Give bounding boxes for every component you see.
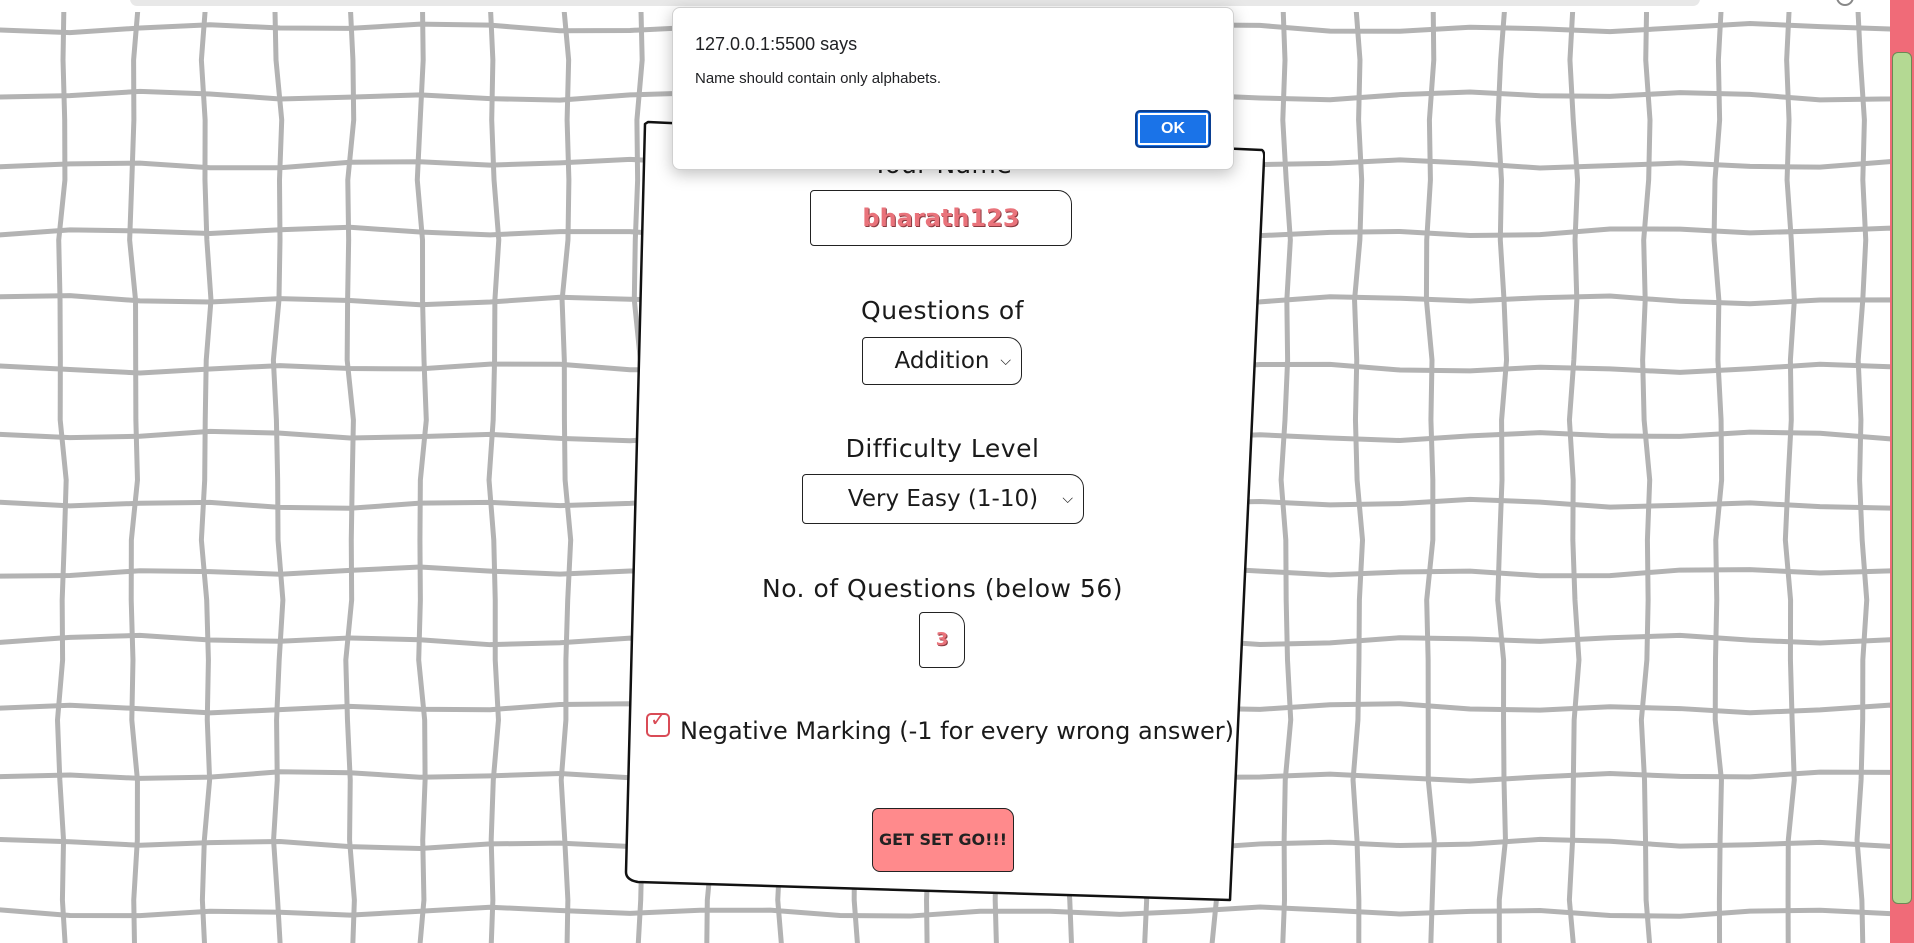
grid-line [54,0,69,943]
scrollbar-thumb[interactable] [1892,52,1912,904]
dialog-message: Name should contain only alphabets. [695,70,941,87]
grid-line [198,0,214,943]
difficulty-select[interactable]: Very Easy (1-10) ⌵ [802,474,1084,524]
grid-line [1278,0,1294,943]
profile-icon[interactable] [1836,0,1854,6]
grid-line [558,0,574,943]
grid-line [343,0,357,943]
alert-dialog: 127.0.0.1:5500 says Name should contain … [672,7,1234,170]
difficulty-label: Difficulty Level [845,434,1040,463]
negative-marking-checkbox[interactable]: ✓ [646,707,670,737]
operation-select[interactable]: Addition ⌵ [862,337,1022,385]
grid-line [1638,0,1653,943]
grid-line [1566,0,1582,943]
negative-marking-label: Negative Marking (-1 for every wrong ans… [680,717,1235,745]
page-scrollbar[interactable] [1890,0,1914,943]
grid-line [127,0,142,943]
grid-line [1782,0,1797,943]
question-count-input[interactable]: 3 [919,612,965,668]
chevron-down-icon: ⌵ [1062,491,1073,507]
question-count-label: No. of Questions (below 56) [762,574,1123,603]
grid-line [1711,0,1725,943]
address-bar[interactable] [130,0,1700,6]
questions-of-label: Questions of [861,296,1024,325]
name-input[interactable]: bharath123 [810,190,1072,246]
grid-line [486,0,502,943]
operation-select-value: Addition [894,348,990,374]
grid-line [1350,0,1366,943]
dialog-origin: 127.0.0.1:5500 says [695,34,858,54]
chevron-down-icon: ⌵ [1000,353,1011,369]
grid-line [0,904,1914,919]
grid-line [414,0,429,943]
get-set-go-button[interactable]: GET SET GO!!! [872,808,1014,872]
grid-line [1495,0,1510,943]
grid-line [1854,0,1870,943]
difficulty-select-value: Very Easy (1-10) [847,486,1039,512]
grid-line [270,0,286,943]
quiz-settings-card: Your Name bharath123 Questions of Additi… [620,120,1265,905]
grid-line [1423,0,1437,943]
checkmark-icon: ✓ [650,707,667,731]
dialog-ok-button[interactable]: OK [1135,110,1211,148]
